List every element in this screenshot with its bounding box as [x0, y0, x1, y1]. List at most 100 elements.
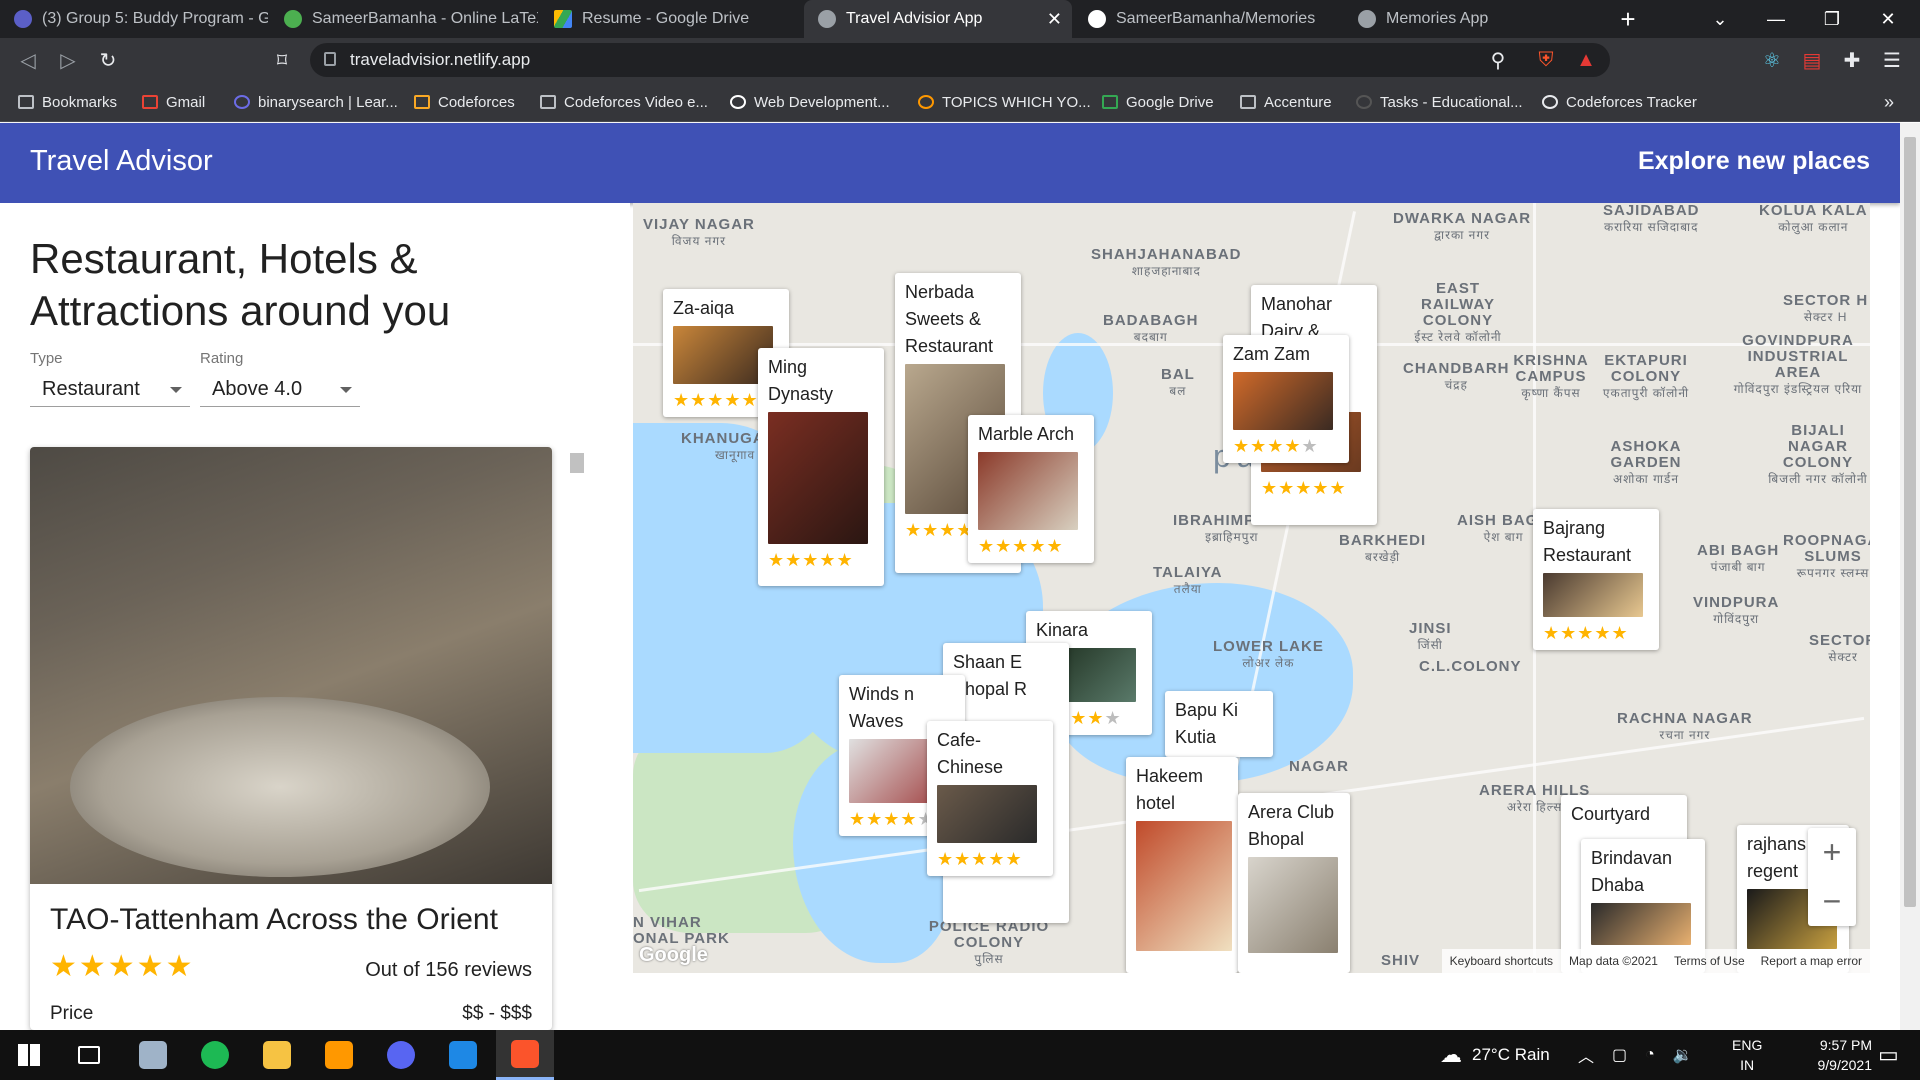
bookmark-codeforces-tracker[interactable]: Codeforces Tracker	[1542, 82, 1697, 122]
bookmark-google-drive[interactable]: Google Drive	[1102, 82, 1214, 122]
marker-name: Nerbada Sweets & Restaurant	[905, 282, 994, 356]
tab-teams[interactable]: (3) Group 5: Buddy Program - Ge	[0, 0, 268, 38]
place-name: TAO-Tattenham Across the Orient	[50, 903, 498, 936]
location-icon[interactable]: ⚲	[1486, 48, 1510, 72]
bookmark-icon[interactable]: ⌑	[270, 48, 294, 72]
list-panel: Restaurant, Hotels & Attractions around …	[0, 203, 630, 1030]
bookmark-web-development[interactable]: Web Development...	[730, 82, 890, 122]
list-scrollbar[interactable]	[566, 433, 586, 1030]
bookmark-folder[interactable]: Bookmarks	[18, 82, 117, 122]
minimize-icon[interactable]: —	[1748, 0, 1804, 38]
page-title: Restaurant, Hotels & Attractions around …	[30, 235, 451, 334]
sublime-text-icon[interactable]	[310, 1030, 368, 1080]
map-area-label: EKTAPURI COLONY एकतापुरी कॉलोनी	[1602, 352, 1690, 401]
bookmark-codeforces-video[interactable]: Codeforces Video e...	[540, 82, 708, 122]
google-map[interactable]: VIJAY NAGAR विजय नगर SHAHJAHANABAD शाहजहान…	[633, 203, 1870, 973]
map-area-label: VIJAY NAGAR विजय नगर	[643, 216, 755, 249]
tab-label: (3) Group 5: Buddy Program - Ge	[42, 10, 268, 27]
clock[interactable]: 9:57 PM 9/9/2021	[1786, 1030, 1873, 1080]
binarysearch-icon	[234, 95, 250, 109]
rating-select[interactable]: Rating Above 4.0	[200, 350, 360, 407]
zoom-in-button[interactable]: +	[1808, 828, 1856, 877]
tab-github[interactable]: SameerBamanha/Memories	[1074, 0, 1342, 38]
marker-photo	[1136, 821, 1232, 951]
reload-icon[interactable]: ↻	[96, 48, 120, 72]
notification-icon[interactable]: ▭	[1878, 1030, 1899, 1080]
page-scrollbar[interactable]	[1900, 123, 1920, 1030]
weather-text: 27°C Rain	[1472, 1045, 1550, 1064]
brave-browser-icon[interactable]	[496, 1030, 554, 1080]
react-devtools-icon[interactable]: ⚛	[1760, 48, 1784, 72]
spotify-icon[interactable]	[186, 1030, 244, 1080]
system-tray: ︿ ▢ ◔ 🔉	[1578, 1030, 1693, 1080]
map-place-marker[interactable]: Bajrang Restaurant ★★★★★	[1533, 509, 1659, 650]
discord-icon[interactable]	[372, 1030, 430, 1080]
map-place-marker[interactable]: Zam Zam ★★★★★	[1223, 335, 1349, 463]
bookmark-tasks[interactable]: Tasks - Educational...	[1356, 82, 1523, 122]
map-place-marker[interactable]: Ming Dynasty ★★★★★	[758, 348, 884, 586]
tab-search-icon[interactable]: ⌄	[1692, 0, 1748, 38]
language-indicator[interactable]: ENG IN	[1732, 1030, 1762, 1080]
back-icon[interactable]: ◁	[16, 48, 40, 72]
map-place-marker[interactable]: Hakeem hotel	[1126, 757, 1238, 973]
zoom-out-button[interactable]: −	[1808, 877, 1856, 926]
scrollbar-thumb[interactable]	[1904, 137, 1916, 907]
bookmark-codeforces[interactable]: Codeforces	[414, 82, 515, 122]
wifi-icon[interactable]: ◔	[1645, 1046, 1655, 1064]
brave-rewards-icon[interactable]: ▲	[1574, 48, 1598, 72]
task-view-icon[interactable]	[60, 1030, 118, 1080]
new-tab-button[interactable]: +	[1600, 0, 1656, 38]
url-field[interactable]: traveladvisior.netlify.app	[310, 43, 1610, 77]
type-select[interactable]: Type Restaurant	[30, 350, 190, 407]
rating-select-value[interactable]: Above 4.0	[200, 373, 360, 407]
more-bookmarks-icon[interactable]: »	[1884, 82, 1894, 122]
map-place-marker[interactable]: Arera Club Bhopal	[1238, 793, 1350, 973]
marker-stars: ★★★★★	[1261, 478, 1347, 498]
brave-shields-icon[interactable]: ⛨	[1534, 48, 1558, 72]
onedrive-icon[interactable]: ▢	[1612, 1045, 1627, 1065]
map-area-label: VINDPURA गोविंदपुरा	[1693, 594, 1780, 627]
list-scrollbar-thumb[interactable]	[570, 453, 584, 473]
forward-icon[interactable]: ▷	[56, 48, 80, 72]
map-area-label: N VIHAR ONAL PARK	[633, 914, 730, 947]
file-explorer-icon[interactable]	[248, 1030, 306, 1080]
type-select-value[interactable]: Restaurant	[30, 373, 190, 407]
tab-memories-app[interactable]: Memories App	[1344, 0, 1612, 38]
map-area-label: KRISHNA CAMPUS कृष्णा कैंपस	[1513, 352, 1589, 401]
bookmarks-bar: Bookmarks Gmail binarysearch | Lear... C…	[0, 82, 1920, 122]
tab-label: Travel Advisior App	[846, 10, 983, 27]
extension-icon[interactable]: ▤	[1800, 48, 1824, 72]
close-tab-icon[interactable]: ✕	[1047, 9, 1062, 30]
map-area-label: NAGAR	[1289, 758, 1349, 775]
volume-icon[interactable]: 🔉	[1673, 1045, 1693, 1065]
tab-travel-advisior[interactable]: Travel Advisior App ✕	[804, 0, 1072, 38]
tab-latex[interactable]: SameerBamanha - Online LaTeX E	[270, 0, 538, 38]
tab-drive[interactable]: Resume - Google Drive	[540, 0, 802, 38]
map-place-marker[interactable]: Marble Arch ★★★★★	[968, 415, 1094, 563]
windows-start-icon[interactable]	[0, 1030, 58, 1080]
bookmark-gmail[interactable]: Gmail	[142, 82, 205, 122]
weather-widget[interactable]: ☁ 27°C Rain	[1440, 1030, 1550, 1080]
bookmark-topics[interactable]: TOPICS WHICH YO...	[918, 82, 1091, 122]
vscode-icon[interactable]	[434, 1030, 492, 1080]
map-area-label: LOWER LAKE लोअर लेक	[1213, 638, 1324, 671]
terms-link[interactable]: Terms of Use	[1674, 954, 1745, 968]
bookmark-accenture[interactable]: Accenture	[1240, 82, 1332, 122]
map-place-marker[interactable]: Bapu Ki Kutia	[1165, 691, 1273, 757]
keyboard-shortcuts-link[interactable]: Keyboard shortcuts	[1450, 954, 1553, 968]
place-card[interactable]: TAO-Tattenham Across the Orient ★★★★★ Ou…	[30, 447, 552, 1030]
maximize-icon[interactable]: ❐	[1804, 0, 1860, 38]
menu-icon[interactable]: ☰	[1880, 48, 1904, 72]
report-error-link[interactable]: Report a map error	[1761, 954, 1862, 968]
close-window-icon[interactable]: ✕	[1860, 0, 1916, 38]
map-place-marker[interactable]: Cafe-Chinese ★★★★★	[927, 721, 1053, 876]
show-hidden-icons[interactable]: ︿	[1578, 1043, 1594, 1067]
bookmark-binarysearch[interactable]: binarysearch | Lear...	[234, 82, 398, 122]
file-manager-icon[interactable]	[124, 1030, 182, 1080]
browser-tab-strip: (3) Group 5: Buddy Program - Ge SameerBa…	[0, 0, 1920, 38]
tab-label: Resume - Google Drive	[582, 10, 750, 27]
clock-date: 9/9/2021	[1817, 1057, 1873, 1073]
map-area-label: TALAIYA तलैया	[1153, 564, 1223, 597]
marker-stars: ★★★★★	[937, 849, 1023, 869]
extensions-puzzle-icon[interactable]: ✚	[1840, 48, 1864, 72]
